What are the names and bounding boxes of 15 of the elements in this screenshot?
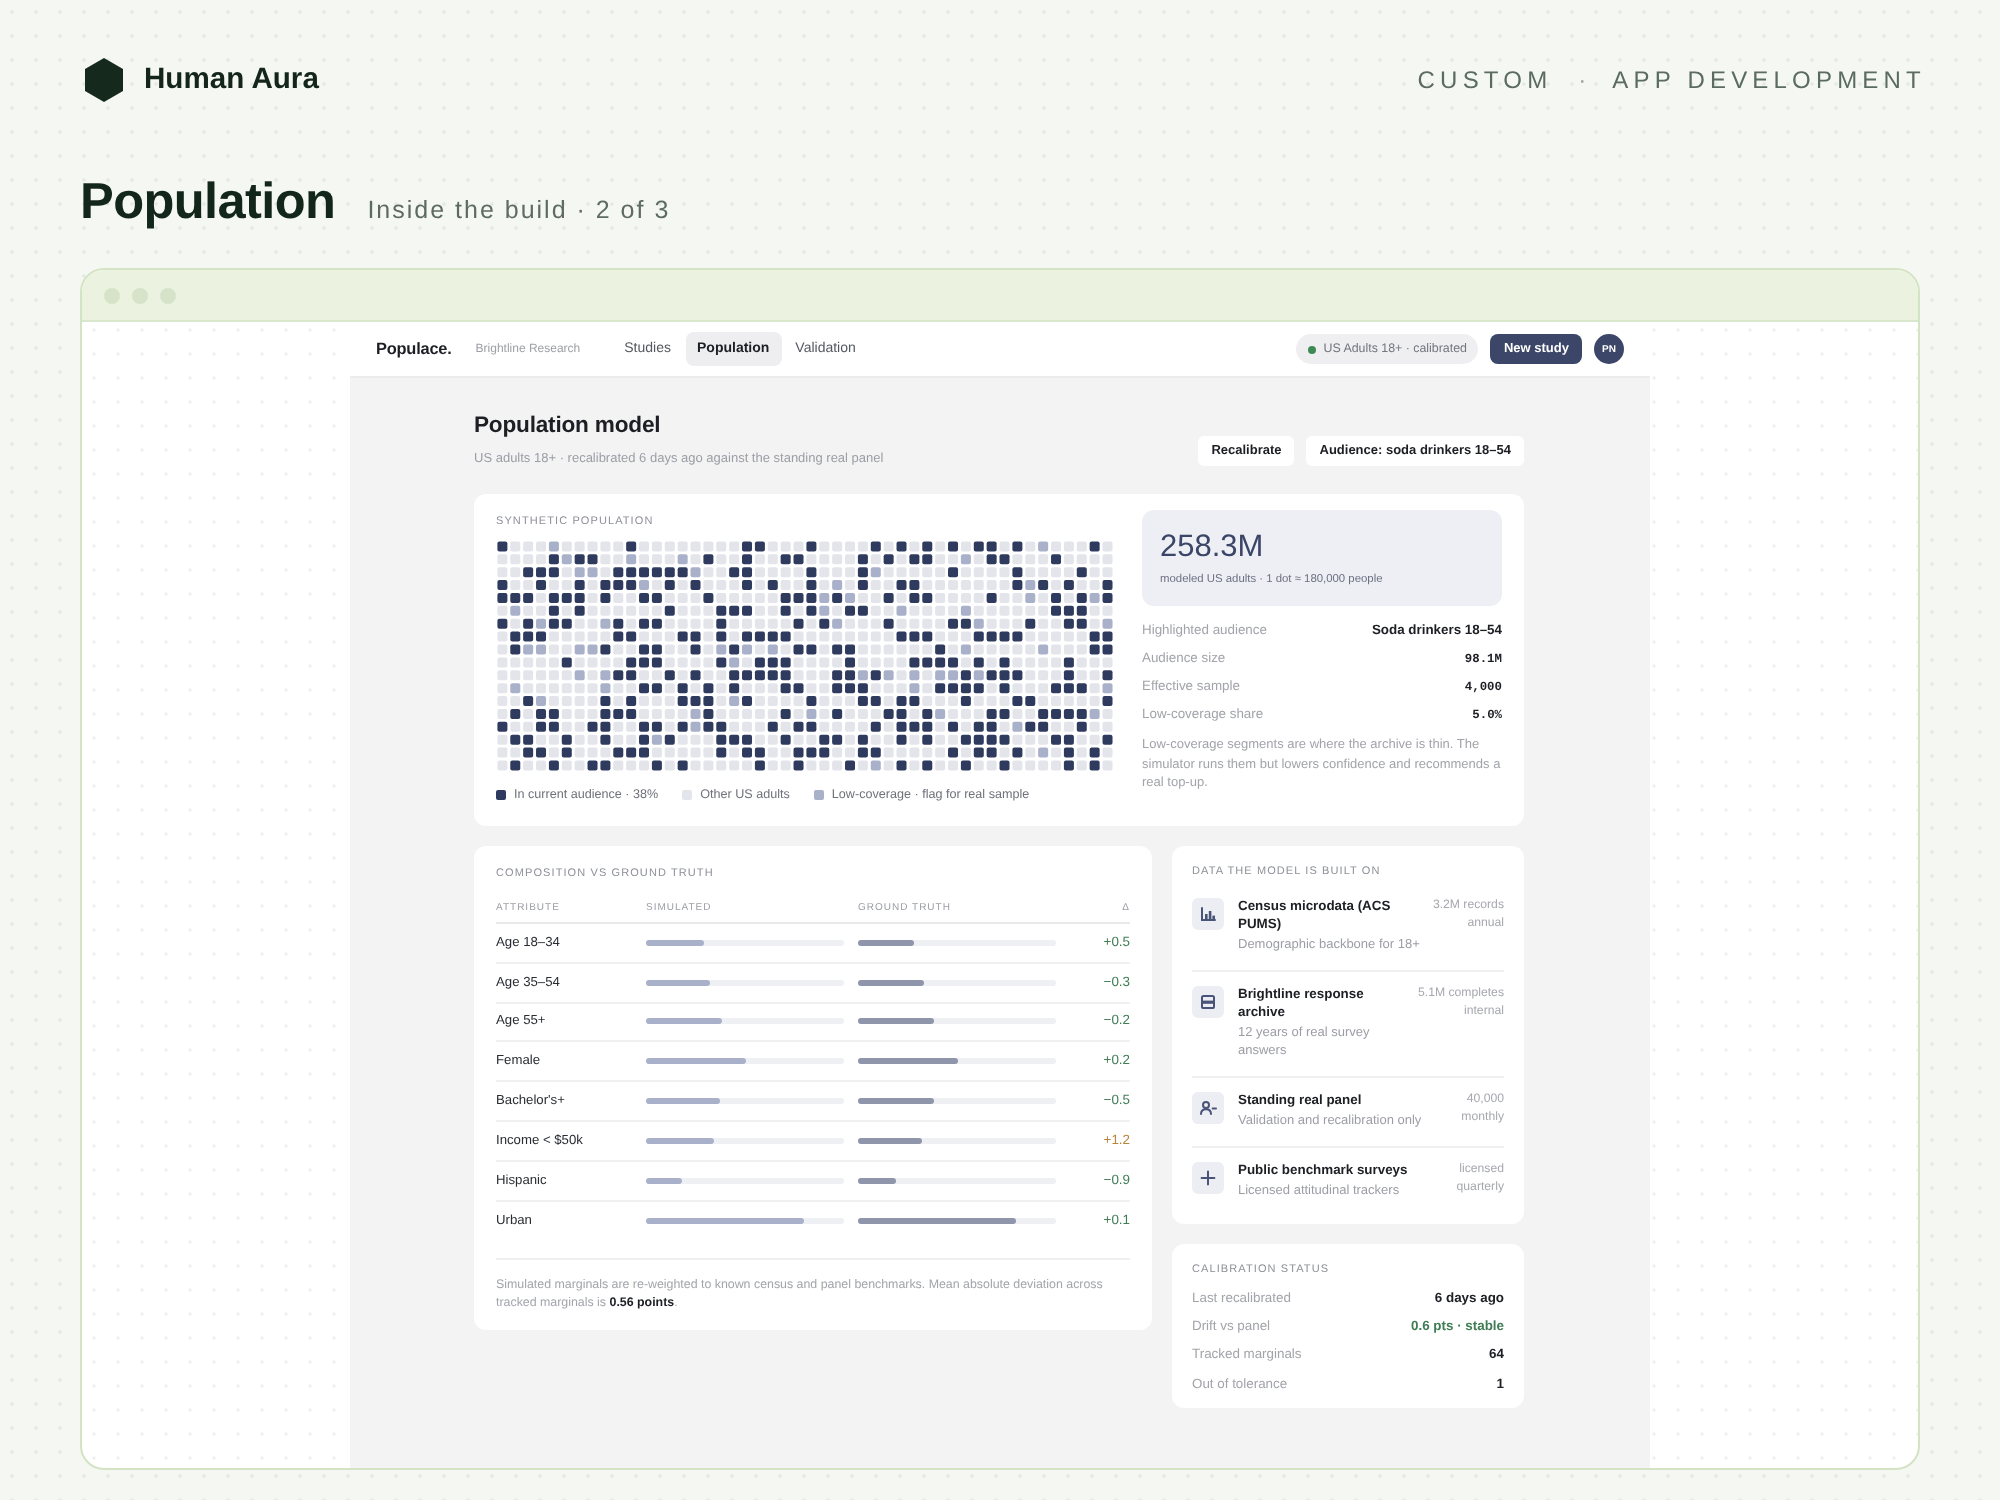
- total-population-value: 258.3M: [1160, 530, 1266, 564]
- separator: ·: [1578, 66, 1587, 94]
- page-subtitle: Inside the build · 2 of 3: [367, 196, 671, 224]
- category-link[interactable]: APP DEVELOPMENT: [1612, 66, 1926, 94]
- hexagon-icon: [84, 58, 124, 102]
- app-logo-text[interactable]: Populace.: [376, 340, 452, 358]
- plus-icon: [1192, 1162, 1224, 1194]
- category-link[interactable]: CUSTOM: [1417, 66, 1553, 94]
- brand-name: Human Aura: [144, 64, 319, 96]
- status-dot-icon: [1307, 345, 1316, 353]
- bar-chart-icon: [1192, 898, 1224, 930]
- page-title: Population: [80, 172, 336, 232]
- section-title: Population model: [474, 412, 663, 440]
- tray-icon: [1192, 986, 1224, 1018]
- person-icon: [1192, 1092, 1224, 1124]
